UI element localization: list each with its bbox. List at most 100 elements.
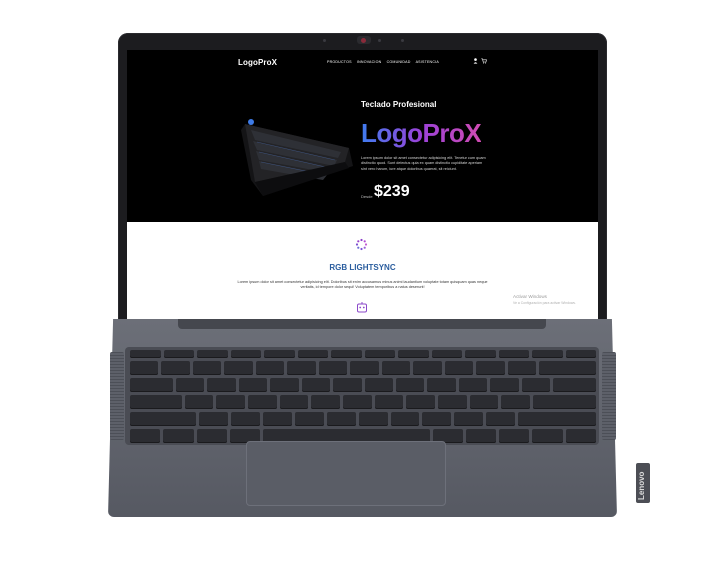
key[interactable] <box>553 378 597 392</box>
key[interactable] <box>364 350 395 358</box>
key[interactable] <box>192 361 222 375</box>
key[interactable] <box>333 378 362 392</box>
key[interactable] <box>501 395 530 409</box>
key[interactable] <box>196 429 227 443</box>
key[interactable] <box>499 429 530 443</box>
key[interactable] <box>130 361 159 375</box>
key[interactable] <box>130 395 182 409</box>
sensor-dot <box>323 39 326 42</box>
key[interactable] <box>507 361 537 375</box>
key[interactable] <box>374 395 404 409</box>
key[interactable] <box>364 378 393 392</box>
key[interactable] <box>287 361 316 375</box>
key[interactable] <box>311 395 340 409</box>
hero-heading: Teclado Profesional <box>361 100 437 109</box>
key[interactable] <box>532 395 597 409</box>
key[interactable] <box>342 395 372 409</box>
main-nav: PRODUCTOS INNOVACION COMUNIDAD ASISTENCI… <box>327 60 443 64</box>
key[interactable] <box>486 412 515 426</box>
key[interactable] <box>498 350 529 358</box>
key[interactable] <box>521 378 551 392</box>
key[interactable] <box>130 350 161 358</box>
key[interactable] <box>406 395 435 409</box>
key[interactable] <box>264 350 295 358</box>
key[interactable] <box>326 412 356 426</box>
key[interactable] <box>490 378 519 392</box>
key[interactable] <box>431 350 462 358</box>
speaker-grille-left <box>110 352 124 440</box>
key[interactable] <box>444 361 474 375</box>
key[interactable] <box>224 361 253 375</box>
key[interactable] <box>517 412 596 426</box>
key[interactable] <box>184 395 214 409</box>
key[interactable] <box>130 429 161 443</box>
touchpad[interactable] <box>246 441 446 506</box>
laptop-hinge <box>178 319 546 329</box>
key[interactable] <box>294 412 324 426</box>
nav-item-innovacion[interactable]: INNOVACION <box>357 60 382 64</box>
key[interactable] <box>532 429 563 443</box>
key[interactable] <box>358 412 388 426</box>
price-value: $239 <box>374 183 410 200</box>
key[interactable] <box>197 350 228 358</box>
key[interactable] <box>331 350 362 358</box>
hero-brand-title: LogoProX <box>361 118 482 148</box>
key[interactable] <box>163 429 194 443</box>
nav-item-productos[interactable]: PRODUCTOS <box>327 60 352 64</box>
key[interactable] <box>175 378 205 392</box>
key[interactable] <box>255 361 285 375</box>
keyboard-product-image <box>241 119 353 196</box>
key[interactable] <box>565 350 596 358</box>
feature-title: RGB LIGHTSYNC <box>329 263 396 272</box>
key[interactable] <box>207 378 236 392</box>
key[interactable] <box>301 378 331 392</box>
feature-description: Lorem ipsum dolor sit amet consectetur a… <box>237 280 488 290</box>
key[interactable] <box>565 429 597 443</box>
key[interactable] <box>539 361 597 375</box>
key[interactable] <box>263 412 292 426</box>
key[interactable] <box>395 378 425 392</box>
key[interactable] <box>163 350 194 358</box>
key[interactable] <box>318 361 348 375</box>
key[interactable] <box>130 378 173 392</box>
key[interactable] <box>350 361 379 375</box>
key[interactable] <box>390 412 420 426</box>
key[interactable] <box>398 350 429 358</box>
key[interactable] <box>476 361 505 375</box>
price-label: Desde <box>361 194 373 199</box>
key[interactable] <box>465 429 497 443</box>
laptop-brand-logo: Lenovo <box>637 471 646 500</box>
laptop-keyboard <box>130 350 597 446</box>
sensor-dot <box>401 39 404 42</box>
key[interactable] <box>216 395 245 409</box>
nav-item-comunidad[interactable]: COMUNIDAD <box>387 60 411 64</box>
key[interactable] <box>381 361 411 375</box>
key[interactable] <box>231 412 261 426</box>
key[interactable] <box>199 412 229 426</box>
key[interactable] <box>161 361 190 375</box>
key[interactable] <box>297 350 328 358</box>
site-logo[interactable]: LogoProX <box>238 58 277 67</box>
key[interactable] <box>458 378 488 392</box>
laptop-screen: LogoProX PRODUCTOS INNOVACION COMUNIDAD … <box>127 50 598 319</box>
key[interactable] <box>279 395 309 409</box>
key[interactable] <box>270 378 299 392</box>
key[interactable] <box>130 412 197 426</box>
hero-description: Lorem ipsum dolor sit amet consectetur a… <box>361 156 486 171</box>
key[interactable] <box>532 350 563 358</box>
key[interactable] <box>454 412 484 426</box>
key[interactable] <box>247 395 277 409</box>
rgb-spinner-icon <box>355 238 368 251</box>
cart-icon[interactable] <box>481 58 487 64</box>
key[interactable] <box>437 395 467 409</box>
key[interactable] <box>238 378 268 392</box>
key[interactable] <box>413 361 442 375</box>
key[interactable] <box>469 395 499 409</box>
key[interactable] <box>427 378 456 392</box>
key[interactable] <box>230 350 261 358</box>
key[interactable] <box>465 350 496 358</box>
key[interactable] <box>422 412 452 426</box>
sensor-dot <box>378 39 381 42</box>
nav-item-asistencia[interactable]: ASISTENCIA <box>416 60 439 64</box>
speaker-grille-right <box>602 352 616 440</box>
